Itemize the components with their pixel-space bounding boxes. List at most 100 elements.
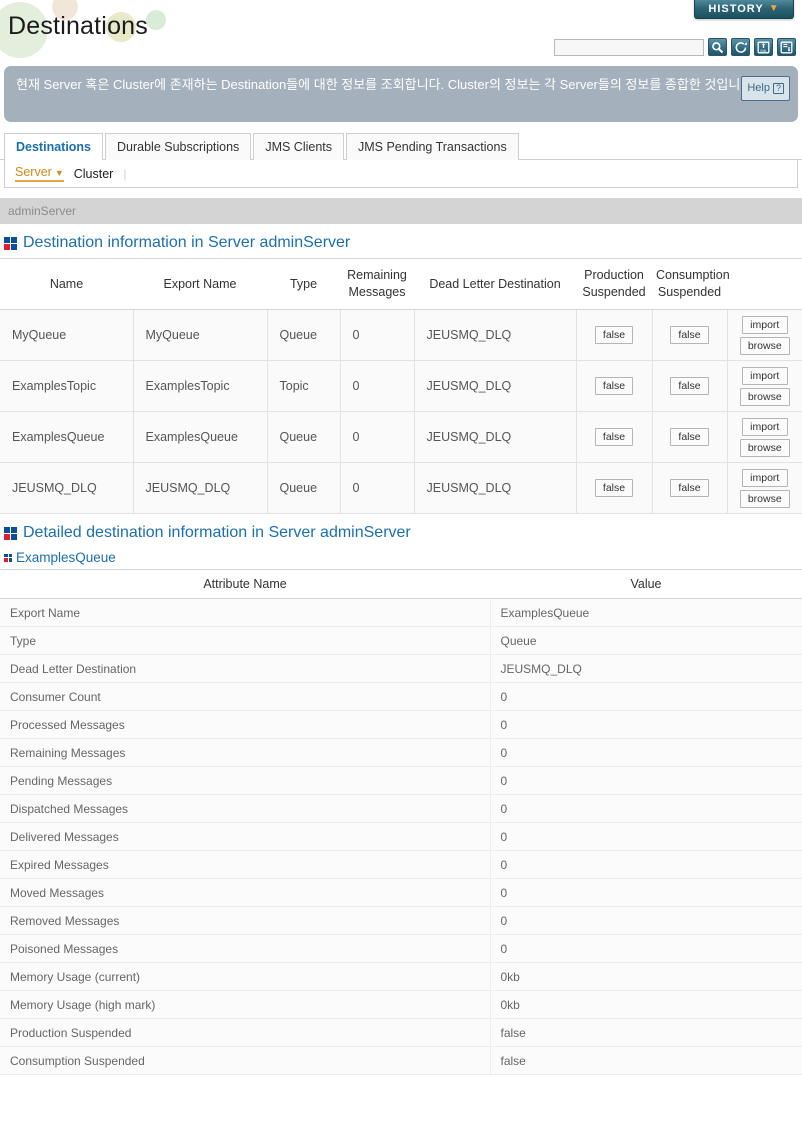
cell-value: false xyxy=(490,1046,802,1075)
header-line-1: Remaining xyxy=(347,268,407,282)
save-report-icon[interactable] xyxy=(777,38,796,56)
table-row[interactable]: ExamplesTopic ExamplesTopic Topic 0 JEUS… xyxy=(0,360,802,412)
cell-name: JEUSMQ_DLQ xyxy=(0,462,134,514)
cell-dead-letter-destination: JEUSMQ_DLQ xyxy=(414,411,577,463)
cell-value: 0 xyxy=(490,906,802,935)
table-row[interactable]: JEUSMQ_DLQ JEUSMQ_DLQ Queue 0 JEUSMQ_DLQ… xyxy=(0,462,802,514)
header-line-2: Suspended xyxy=(582,285,646,299)
description-text: 현재 Server 혹은 Cluster에 존재하는 Destination들에… xyxy=(16,77,756,92)
table-row: Dispatched Messages 0 xyxy=(0,794,802,823)
import-button[interactable]: import xyxy=(741,315,788,334)
cell-actions: import browse xyxy=(727,360,802,412)
detail-section-header: Detailed destination information in Serv… xyxy=(0,514,802,548)
cell-actions: import browse xyxy=(727,309,802,361)
tab-label: JMS Clients xyxy=(265,140,332,154)
cell-production-suspended: false xyxy=(576,360,653,412)
table-row: Production Suspended false xyxy=(0,1018,802,1047)
column-header-remaining-messages: Remaining Messages xyxy=(340,258,414,310)
table-row[interactable]: ExamplesQueue ExamplesQueue Queue 0 JEUS… xyxy=(0,411,802,463)
table-row: Moved Messages 0 xyxy=(0,878,802,907)
production-suspended-button[interactable]: false xyxy=(594,377,634,395)
cell-consumption-suspended: false xyxy=(652,360,728,412)
cell-value: 0 xyxy=(490,878,802,907)
cell-value: 0 xyxy=(490,850,802,879)
cell-type: Queue xyxy=(267,309,341,361)
subtab-cluster[interactable]: Cluster xyxy=(74,167,114,181)
destination-table: Name Export Name Type Remaining Messages… xyxy=(0,258,802,514)
cell-export-name: MyQueue xyxy=(133,309,268,361)
column-header-dead-letter-destination: Dead Letter Destination xyxy=(414,258,576,310)
column-header-consumption-suspended: Consumption Suspended xyxy=(652,258,730,310)
subsection-logo-icon xyxy=(4,553,12,562)
history-button-label: HISTORY xyxy=(708,3,764,15)
destination-section-header: Destination information in Server adminS… xyxy=(0,224,802,258)
cell-export-name: JEUSMQ_DLQ xyxy=(133,462,268,514)
attribute-table-header-row: Attribute Name Value xyxy=(0,569,802,599)
tab-destinations[interactable]: Destinations xyxy=(4,133,104,160)
question-mark-icon: ? xyxy=(772,83,784,94)
cell-attribute-name: Memory Usage (current) xyxy=(0,962,491,991)
production-suspended-button[interactable]: false xyxy=(594,428,634,446)
cell-export-name: ExamplesQueue xyxy=(133,411,268,463)
import-button[interactable]: import xyxy=(741,366,788,385)
server-name: adminServer xyxy=(8,204,77,218)
production-suspended-button[interactable]: false xyxy=(594,326,634,344)
consumption-suspended-button[interactable]: false xyxy=(670,479,709,497)
cell-remaining-messages: 0 xyxy=(340,462,415,514)
browse-button[interactable]: browse xyxy=(739,438,790,457)
xml-export-icon[interactable]: XML xyxy=(754,38,773,56)
search-input[interactable] xyxy=(554,38,704,56)
cell-value: 0 xyxy=(490,794,802,823)
table-row: Consumption Suspended false xyxy=(0,1046,802,1075)
cell-consumption-suspended: false xyxy=(652,309,728,361)
browse-button[interactable]: browse xyxy=(739,489,790,508)
help-button[interactable]: Help ? xyxy=(741,76,790,101)
server-name-bar: adminServer xyxy=(0,198,802,224)
cell-attribute-name: Consumption Suspended xyxy=(0,1046,491,1075)
cell-consumption-suspended: false xyxy=(652,411,728,463)
destination-table-body: MyQueue MyQueue Queue 0 JEUSMQ_DLQ false… xyxy=(0,309,802,514)
table-row: Expired Messages 0 xyxy=(0,850,802,879)
column-header-attribute-name: Attribute Name xyxy=(0,569,490,599)
cell-name: ExamplesTopic xyxy=(0,360,134,412)
header-line-1: Consumption xyxy=(656,268,730,282)
table-row: Consumer Count 0 xyxy=(0,682,802,711)
cell-attribute-name: Remaining Messages xyxy=(0,738,491,767)
browse-button[interactable]: browse xyxy=(739,387,790,406)
cell-production-suspended: false xyxy=(576,411,653,463)
table-row: Export Name ExamplesQueue xyxy=(0,598,802,627)
cell-value: ExamplesQueue xyxy=(490,598,802,627)
cell-attribute-name: Memory Usage (high mark) xyxy=(0,990,491,1019)
caret-down-icon: ▼ xyxy=(54,168,64,178)
history-button[interactable]: HISTORY ▼ xyxy=(694,0,794,19)
decorative-circle-4 xyxy=(146,10,166,30)
tab-jms-clients[interactable]: JMS Clients xyxy=(253,133,344,160)
refresh-icon[interactable] xyxy=(731,38,750,56)
section-logo-icon xyxy=(4,236,17,250)
destinations-page: Destinations HISTORY ▼ XML 현재 Server 혹은 … xyxy=(0,0,802,1134)
search-icon[interactable] xyxy=(708,38,727,56)
production-suspended-button[interactable]: false xyxy=(594,479,634,497)
consumption-suspended-button[interactable]: false xyxy=(670,326,709,344)
subtab-separator: | xyxy=(123,166,127,181)
import-button[interactable]: import xyxy=(741,468,788,487)
tab-durable-subscriptions[interactable]: Durable Subscriptions xyxy=(105,133,252,160)
consumption-suspended-button[interactable]: false xyxy=(670,428,709,446)
table-row: Dead Letter Destination JEUSMQ_DLQ xyxy=(0,654,802,683)
detail-subsection-header: ExamplesQueue xyxy=(0,548,802,569)
table-row: Processed Messages 0 xyxy=(0,710,802,739)
column-header-value: Value xyxy=(490,569,802,599)
consumption-suspended-button[interactable]: false xyxy=(670,377,709,395)
import-button[interactable]: import xyxy=(741,417,788,436)
attribute-table: Attribute Name Value Export Name Examples… xyxy=(0,569,802,1075)
cell-attribute-name: Consumer Count xyxy=(0,682,491,711)
table-row[interactable]: MyQueue MyQueue Queue 0 JEUSMQ_DLQ false… xyxy=(0,309,802,361)
cell-value: 0 xyxy=(490,710,802,739)
tab-jms-pending-transactions[interactable]: JMS Pending Transactions xyxy=(346,133,519,160)
browse-button[interactable]: browse xyxy=(739,336,790,355)
destination-table-header-row: Name Export Name Type Remaining Messages… xyxy=(0,258,802,310)
cell-value: 0 xyxy=(490,822,802,851)
subtab-server[interactable]: Server ▼ xyxy=(15,165,64,182)
subtab-cluster-label: Cluster xyxy=(73,166,114,181)
cell-value: false xyxy=(490,1018,802,1047)
